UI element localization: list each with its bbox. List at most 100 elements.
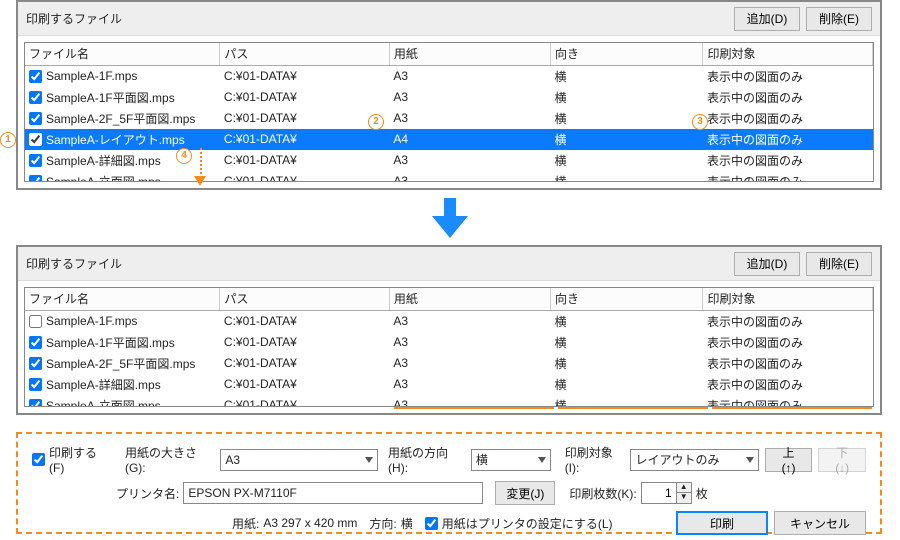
move-down-button: 下(↓) [818, 448, 866, 472]
marker-4: 4 [176, 148, 192, 164]
col-target[interactable]: 印刷対象 [703, 288, 873, 310]
dir-info: 横 [401, 515, 413, 532]
print-button[interactable]: 印刷 [676, 511, 768, 535]
blue-down-arrow-icon [432, 198, 468, 238]
row-checkbox[interactable] [29, 133, 42, 146]
cell-target: 表示中の図面のみ [703, 129, 873, 150]
row-filename: SampleA-1F.mps [46, 314, 137, 328]
row-filename: SampleA-詳細図.mps [46, 376, 161, 393]
cell-target: 表示中の図面のみ [703, 353, 873, 374]
target-combo[interactable]: レイアウトのみ [630, 449, 758, 471]
panel-title: 印刷するファイル [26, 255, 122, 272]
delete-button[interactable]: 削除(E) [806, 252, 872, 276]
cell-target: 表示中の図面のみ [703, 395, 873, 408]
print-checkbox[interactable]: 印刷する(F) [32, 444, 111, 475]
add-button[interactable]: 追加(D) [734, 7, 800, 31]
row-checkbox[interactable] [29, 315, 42, 328]
row-filename: SampleA-レイアウト.mps [46, 131, 185, 148]
col-paper[interactable]: 用紙 [389, 288, 550, 310]
row-filename: SampleA-詳細図.mps [46, 152, 161, 169]
add-button[interactable]: 追加(D) [734, 252, 800, 276]
cell-path: C:¥01-DATA¥ [220, 310, 390, 332]
delete-button[interactable]: 削除(E) [806, 7, 872, 31]
table-row[interactable]: SampleA-1F平面図.mpsC:¥01-DATA¥A3横表示中の図面のみ [25, 87, 873, 108]
row-filename: SampleA-2F_5F平面図.mps [46, 355, 195, 372]
copies-spinner[interactable]: ▲▼ [641, 482, 692, 504]
cell-path: C:¥01-DATA¥ [220, 395, 390, 408]
cell-dir: 横 [550, 150, 703, 171]
col-target[interactable]: 印刷対象 [703, 43, 873, 65]
row-checkbox[interactable] [29, 378, 42, 391]
row-checkbox[interactable] [29, 154, 42, 167]
cell-dir: 横 [550, 353, 703, 374]
cell-paper: A3 [389, 87, 550, 108]
row-checkbox[interactable] [29, 357, 42, 370]
dir-info-label: 方向: [369, 515, 396, 532]
row-checkbox[interactable] [29, 112, 42, 125]
paper-dir-combo[interactable]: 横 [471, 449, 551, 471]
table-row[interactable]: SampleA-立面図.mpsC:¥01-DATA¥A3横表示中の図面のみ [25, 171, 873, 183]
col-path[interactable]: パス [220, 43, 390, 65]
cell-paper: A3 [389, 65, 550, 87]
change-printer-button[interactable]: 変更(J) [495, 481, 555, 505]
chevron-down-icon [365, 457, 373, 463]
panel-title: 印刷するファイル [26, 10, 122, 27]
table-row[interactable]: SampleA-2F_5F平面図.mpsC:¥01-DATA¥A3横表示中の図面… [25, 353, 873, 374]
paper-size-combo[interactable]: A3 [220, 449, 378, 471]
cell-dir: 横 [550, 395, 703, 408]
use-printer-paper-checkbox[interactable]: 用紙はプリンタの設定にする(L) [425, 515, 613, 532]
col-path[interactable]: パス [220, 288, 390, 310]
cell-dir: 横 [550, 65, 703, 87]
table-row[interactable]: SampleA-立面図.mps C:¥01-DATA¥A3横表示中の図面のみ [25, 395, 873, 408]
row-filename: SampleA-立面図.mps [46, 173, 161, 183]
cancel-button[interactable]: キャンセル [774, 511, 866, 535]
table-row[interactable]: SampleA-1F.mpsC:¥01-DATA¥A3横表示中の図面のみ [25, 65, 873, 87]
row-filename: SampleA-1F平面図.mps [46, 334, 175, 351]
paper-size-label: 用紙の大きさ(G): [125, 444, 216, 475]
copies-label: 印刷枚数(K): [569, 485, 636, 502]
copies-suffix: 枚 [696, 485, 708, 502]
paper-dir-label: 用紙の方向(H): [388, 444, 467, 475]
cell-target: 表示中の図面のみ [703, 374, 873, 395]
cell-paper: A3 [389, 395, 550, 408]
file-table-top[interactable]: ファイル名 パス 用紙 向き 印刷対象 SampleA-1F.mpsC:¥01-… [25, 43, 873, 182]
underline-dir [558, 407, 708, 409]
table-row[interactable]: SampleA-1F平面図.mpsC:¥01-DATA¥A3横表示中の図面のみ [25, 332, 873, 353]
paper-info-label: 用紙: [232, 515, 259, 532]
row-checkbox[interactable] [29, 175, 42, 183]
marker-4-arrow-icon [194, 176, 206, 186]
row-filename: SampleA-1F.mps [46, 69, 137, 83]
marker-4-dashline [200, 148, 202, 178]
col-filename[interactable]: ファイル名 [25, 288, 220, 310]
cell-paper: A3 [389, 171, 550, 183]
cell-paper: A3 [389, 310, 550, 332]
move-up-button[interactable]: 上(↑) [765, 448, 813, 472]
table-row[interactable]: SampleA-詳細図.mpsC:¥01-DATA¥A3横表示中の図面のみ [25, 150, 873, 171]
table-row[interactable]: SampleA-レイアウト.mpsC:¥01-DATA¥A4横表示中の図面のみ [25, 129, 873, 150]
cell-path: C:¥01-DATA¥ [220, 374, 390, 395]
panel-top-titlebar: 印刷するファイル 追加(D) 削除(E) [18, 2, 880, 36]
cell-target: 表示中の図面のみ [703, 310, 873, 332]
row-filename: SampleA-立面図.mps [46, 397, 161, 408]
row-checkbox[interactable] [29, 70, 42, 83]
spinner-down-icon[interactable]: ▼ [677, 493, 691, 503]
col-filename[interactable]: ファイル名 [25, 43, 220, 65]
cell-path: C:¥01-DATA¥ [220, 171, 390, 183]
table-row[interactable]: SampleA-1F.mps C:¥01-DATA¥A3横表示中の図面のみ [25, 310, 873, 332]
printer-name-field[interactable]: EPSON PX-M7110F [183, 482, 483, 504]
file-table-bottom[interactable]: ファイル名 パス 用紙 向き 印刷対象 SampleA-1F.mps C:¥01-… [25, 288, 873, 407]
row-checkbox[interactable] [29, 91, 42, 104]
col-dir[interactable]: 向き [550, 288, 703, 310]
table-row[interactable]: SampleA-詳細図.mpsC:¥01-DATA¥A3横表示中の図面のみ [25, 374, 873, 395]
print-options-panel: 印刷する(F) 用紙の大きさ(G): A3 用紙の方向(H): 横 印刷対象(I… [16, 432, 882, 534]
row-filename: SampleA-1F平面図.mps [46, 89, 175, 106]
row-checkbox[interactable] [29, 336, 42, 349]
row-checkbox[interactable] [29, 399, 42, 408]
col-paper[interactable]: 用紙 [389, 43, 550, 65]
cell-dir: 横 [550, 310, 703, 332]
table-row[interactable]: SampleA-2F_5F平面図.mpsC:¥01-DATA¥A3横表示中の図面… [25, 108, 873, 129]
cell-target: 表示中の図面のみ [703, 171, 873, 183]
col-dir[interactable]: 向き [550, 43, 703, 65]
target-label: 印刷対象(I): [565, 444, 627, 475]
cell-dir: 横 [550, 87, 703, 108]
